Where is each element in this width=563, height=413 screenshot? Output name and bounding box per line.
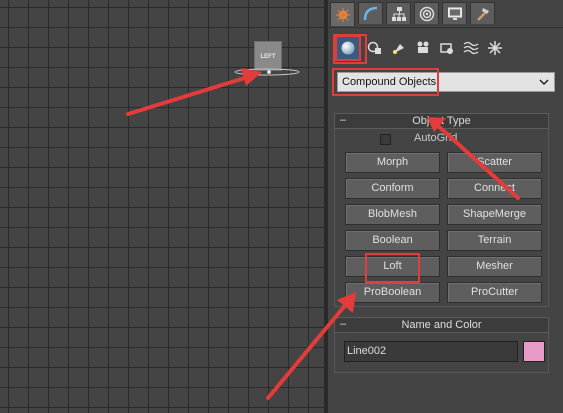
annotation-arrows [126, 68, 520, 400]
